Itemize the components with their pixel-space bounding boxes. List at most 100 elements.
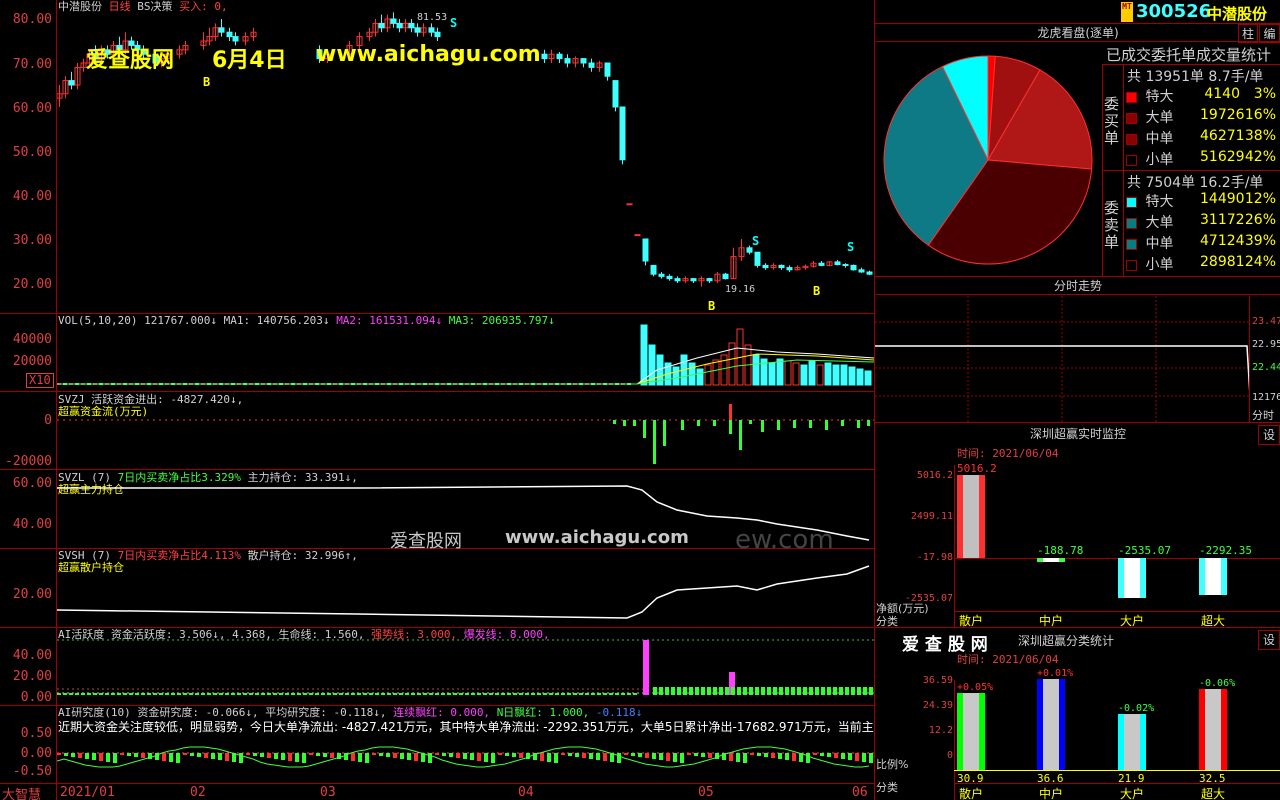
- activity-bar: [761, 687, 765, 695]
- activity-bar: [111, 693, 115, 695]
- research-bar: [470, 753, 474, 760]
- activity-bar: [225, 693, 229, 695]
- fenshi-chart[interactable]: [875, 296, 1250, 422]
- activity-bar: [821, 687, 825, 695]
- flow-bar: [713, 420, 716, 426]
- research-bar: [757, 753, 761, 756]
- realtime-y-tick: 2499.11: [910, 511, 953, 522]
- category-settings-button[interactable]: 设: [1258, 630, 1280, 650]
- activity-bar: [429, 693, 433, 695]
- activity-bar: [695, 687, 699, 695]
- research-bar: [554, 753, 558, 763]
- activity-bar: [447, 693, 451, 695]
- sell-row: 大单 31172 26%: [1126, 212, 1278, 232]
- volume-bar: [712, 359, 720, 386]
- research-bar: [281, 753, 285, 760]
- candle-body: [541, 53, 548, 60]
- realtime-y-tick: 5016.2: [916, 470, 953, 481]
- activity-bar: [369, 693, 373, 695]
- activity-bar: [171, 693, 175, 695]
- category-y-tick: 24.39: [922, 700, 953, 711]
- activity-bar: [381, 693, 385, 695]
- buy-row: 特大 4140 3%: [1126, 86, 1278, 106]
- research-bar: [190, 753, 194, 756]
- research-bar: [169, 753, 173, 762]
- longhu-pie-chart[interactable]: [876, 44, 1101, 276]
- volume-bar: [704, 364, 712, 386]
- candle-body: [842, 264, 849, 267]
- activity-bar: [303, 693, 307, 695]
- activity-bar: [665, 687, 669, 695]
- legend-swatch: [1126, 154, 1137, 166]
- activity-bar: [779, 687, 783, 695]
- research-bar: [358, 753, 362, 762]
- activity-bar: [743, 687, 747, 695]
- research-bar: [456, 753, 460, 758]
- flow-bar: [749, 420, 752, 424]
- activity-bar: [441, 693, 445, 695]
- research-bar: [260, 753, 264, 757]
- category-label: 散户: [959, 787, 984, 800]
- category-axis-label: 分类: [876, 781, 898, 794]
- buy-name: 小单: [1145, 152, 1174, 168]
- main-chart-area[interactable]: 中潜股份 日线 BS决策 买入: 0, 80.00 70.00 60.00 50…: [0, 0, 874, 800]
- activity-bar: [321, 693, 325, 695]
- research-bar: [78, 753, 82, 758]
- flow-bar: [867, 420, 870, 426]
- activity-bar: [249, 693, 253, 695]
- research-bar: [645, 753, 649, 758]
- watermark-site: 爱查股网: [86, 48, 175, 73]
- research-bar: [659, 753, 663, 760]
- watermark-url: www.aichagu.com: [316, 42, 541, 67]
- buy-count: 51629: [1200, 149, 1245, 165]
- research-bar: [568, 753, 572, 756]
- candle-body: [746, 247, 753, 253]
- buy-row: 大单 19726 16%: [1126, 107, 1278, 127]
- category-title: 深圳超赢分类统计: [1018, 634, 1115, 648]
- candle-body: [604, 62, 611, 77]
- research-y-tick: -0.50: [12, 764, 52, 779]
- activity-bar: [387, 693, 391, 695]
- svzj-flow-chart: [57, 404, 874, 464]
- realtime-title: 深圳超赢实时监控: [1029, 427, 1126, 441]
- watermark-mid-url: www.aichagu.com: [505, 527, 689, 548]
- research-bar: [400, 753, 404, 759]
- volume-bar: [768, 362, 776, 386]
- research-bar: [113, 753, 117, 763]
- buy-pct: 38%: [1244, 128, 1276, 144]
- buy-row: 小单 51629 42%: [1126, 149, 1278, 169]
- edit-button[interactable]: 编: [1259, 24, 1280, 43]
- realtime-bar-value: -2535.07: [1118, 544, 1171, 557]
- candle-body: [674, 278, 681, 282]
- research-bar: [449, 753, 453, 757]
- activity-bar: [749, 687, 753, 695]
- activity-bar: [643, 640, 649, 695]
- flow-bar: [793, 420, 796, 428]
- category-bar-center: [1205, 689, 1221, 770]
- ai-y-tick: 40.00: [12, 648, 52, 663]
- buy-pct: 3%: [1253, 86, 1276, 102]
- column-button[interactable]: 柱: [1238, 24, 1258, 43]
- activity-bar: [597, 693, 601, 695]
- research-bar: [505, 753, 509, 756]
- activity-bar: [177, 693, 181, 695]
- research-bar: [589, 753, 593, 759]
- category-label: 中户: [1039, 787, 1064, 800]
- sell-name: 大单: [1145, 215, 1174, 231]
- activity-bar: [393, 693, 397, 695]
- research-bar: [162, 753, 166, 761]
- research-bar: [638, 753, 642, 757]
- vol-x10-badge[interactable]: X10: [26, 373, 54, 388]
- research-bar: [253, 753, 257, 756]
- buy-count: 19726: [1200, 107, 1245, 123]
- buy-signal: B: [813, 284, 820, 298]
- research-bar: [477, 753, 481, 761]
- flow-bar: [761, 420, 764, 432]
- legend-swatch: [1126, 91, 1137, 103]
- buy-signal: B: [708, 299, 715, 313]
- ai-y-tick: 0.00: [20, 690, 52, 705]
- activity-bar: [273, 693, 277, 695]
- sell-pct: 39%: [1244, 233, 1276, 249]
- research-bar: [134, 753, 138, 757]
- realtime-settings-button[interactable]: 设: [1258, 425, 1280, 445]
